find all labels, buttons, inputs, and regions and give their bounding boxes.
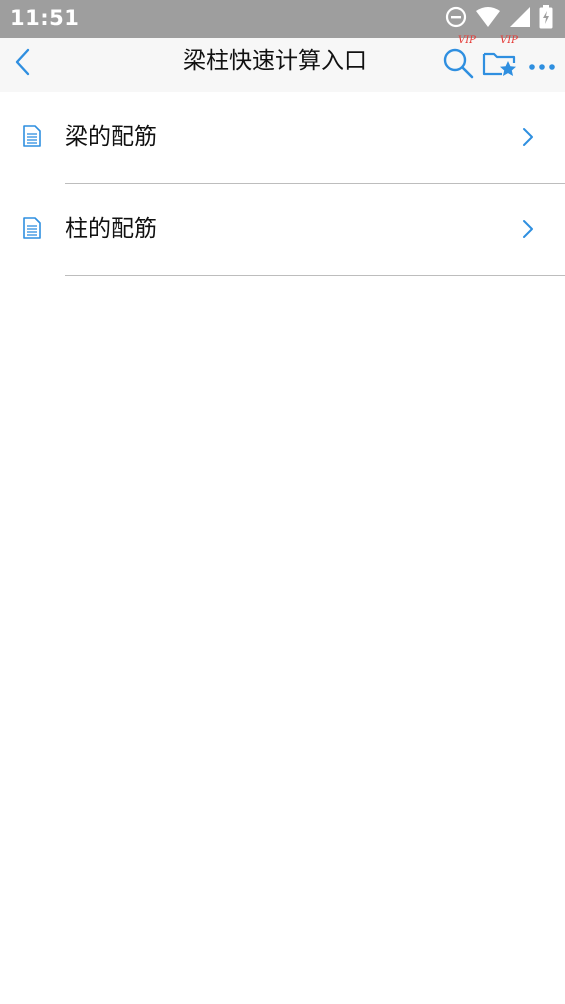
document-icon <box>23 125 41 147</box>
page-title: 梁柱快速计算入口 <box>183 48 367 74</box>
back-button[interactable] <box>6 44 40 84</box>
calc-entry-list: 梁的配筋 柱的配筋 <box>0 92 565 276</box>
list-item-label: 梁的配筋 <box>65 124 157 150</box>
do-not-disturb-icon <box>445 6 467 32</box>
chevron-left-icon <box>14 48 32 80</box>
status-icons <box>445 5 553 33</box>
status-time: 11:51 <box>10 6 80 30</box>
more-button[interactable] <box>524 38 560 92</box>
app-bar: 梁柱快速计算入口 VIP VIP <box>0 35 565 92</box>
chevron-right-icon <box>521 219 535 239</box>
folder-star-icon <box>482 48 518 82</box>
chevron-right-icon <box>521 127 535 147</box>
vip-badge: VIP <box>458 35 476 46</box>
list-item-column-reinforcement[interactable]: 柱的配筋 <box>0 184 565 276</box>
wifi-icon <box>475 6 501 32</box>
favorites-button[interactable]: VIP <box>480 35 520 92</box>
vip-badge: VIP <box>500 35 518 46</box>
battery-charging-icon <box>539 5 553 33</box>
divider <box>65 275 565 276</box>
status-bar: 11:51 <box>0 0 565 38</box>
search-icon <box>442 47 474 83</box>
list-item-label: 柱的配筋 <box>65 216 157 242</box>
list-item-beam-reinforcement[interactable]: 梁的配筋 <box>0 92 565 184</box>
search-button[interactable]: VIP <box>440 35 476 92</box>
document-icon <box>23 217 41 239</box>
signal-icon <box>509 6 531 32</box>
more-horizontal-icon <box>528 56 556 75</box>
